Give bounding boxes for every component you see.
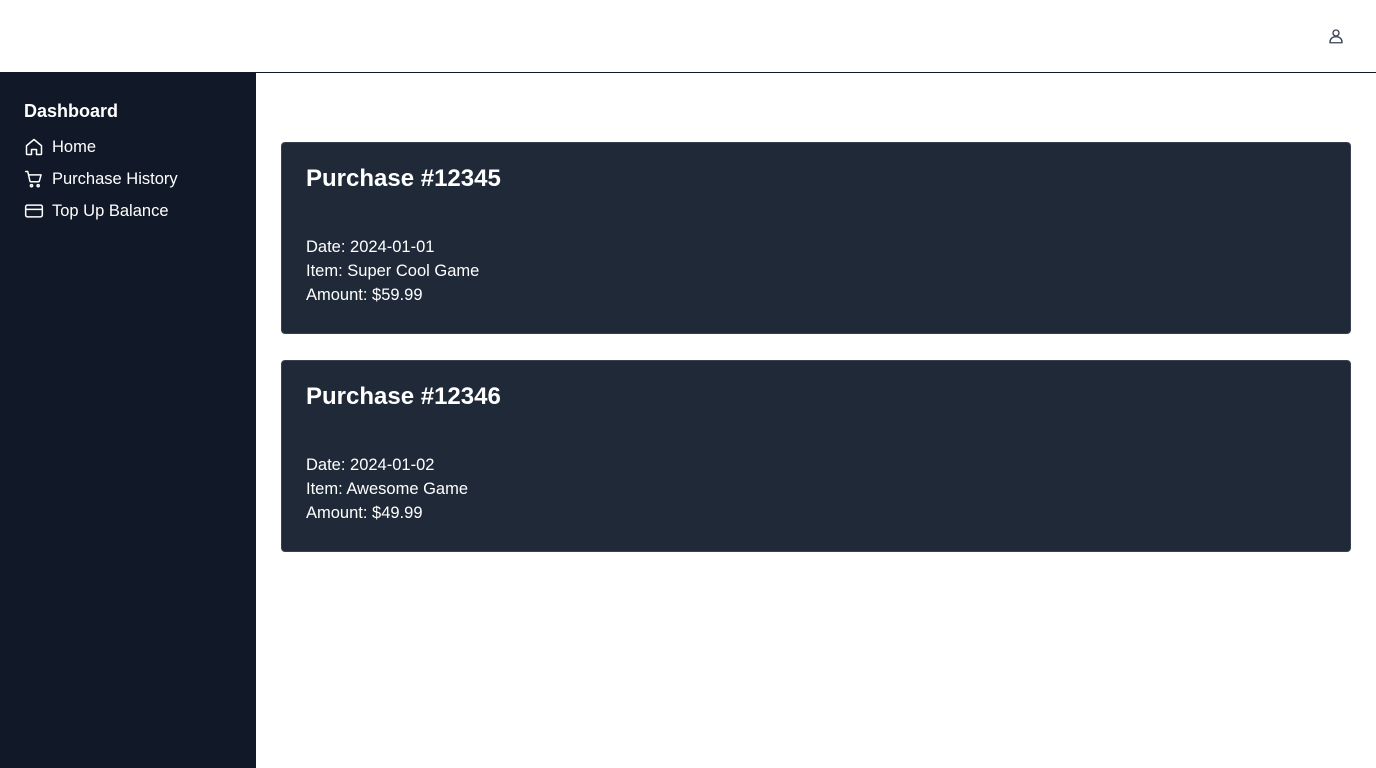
sidebar-item-label: Purchase History bbox=[52, 169, 178, 188]
main-content: Purchase #12345 Date: 2024-01-01 Item: S… bbox=[256, 73, 1376, 768]
home-icon bbox=[24, 137, 44, 157]
purchase-date: Date: 2024-01-02 bbox=[306, 456, 435, 474]
cart-icon bbox=[24, 169, 44, 189]
user-icon bbox=[1329, 29, 1343, 44]
purchase-amount: Amount: $59.99 bbox=[306, 286, 423, 304]
purchase-card: Purchase #12345 Date: 2024-01-01 Item: S… bbox=[281, 142, 1351, 334]
purchase-title: Purchase #12345 bbox=[306, 165, 501, 192]
user-menu-button[interactable] bbox=[1326, 26, 1346, 46]
purchase-title: Purchase #12346 bbox=[306, 383, 501, 410]
purchase-item: Item: Super Cool Game bbox=[306, 262, 480, 280]
sidebar-item-top-up-balance[interactable]: Top Up Balance bbox=[24, 195, 232, 227]
sidebar-item-purchase-history[interactable]: Purchase History bbox=[24, 163, 232, 195]
sidebar-item-label: Home bbox=[52, 137, 97, 156]
top-bar bbox=[0, 0, 1376, 73]
purchase-item: Item: Awesome Game bbox=[306, 480, 469, 498]
sidebar: Dashboard Home Purchase History Top Up B… bbox=[0, 73, 256, 768]
credit-card-icon bbox=[24, 201, 44, 221]
purchase-date: Date: 2024-01-01 bbox=[306, 238, 435, 256]
purchase-card: Purchase #12346 Date: 2024-01-02 Item: A… bbox=[281, 360, 1351, 552]
sidebar-title: Dashboard bbox=[24, 101, 119, 121]
purchase-amount: Amount: $49.99 bbox=[306, 504, 423, 522]
sidebar-item-label: Top Up Balance bbox=[52, 201, 169, 220]
sidebar-item-home[interactable]: Home bbox=[24, 131, 232, 163]
